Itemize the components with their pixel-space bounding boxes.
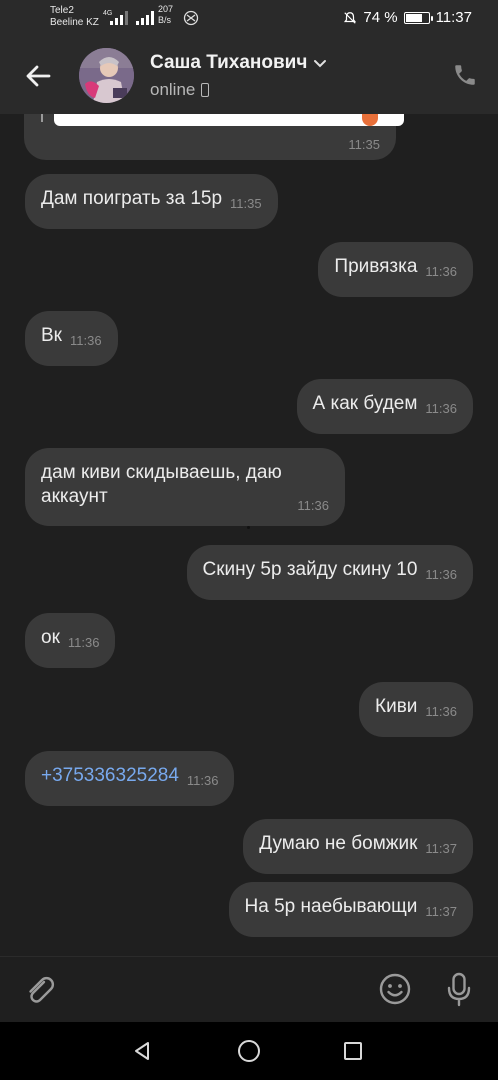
carrier-1: Tele2 [50,5,74,16]
message-incoming[interactable]: Дам поиграть за 15р 11:35 [25,174,278,229]
microphone-icon[interactable] [444,971,474,1007]
message-outgoing[interactable]: Привязка 11:36 [318,242,473,297]
message-text: Привязка [334,256,418,277]
carrier-2: Beeline KZ [50,17,99,28]
phone-number-link[interactable]: +375336325284 [41,765,179,786]
message-time: 11:36 [297,498,329,513]
message-time: 11:35 [230,196,262,211]
message-outgoing[interactable]: Скину 5р зайду скину 10 11:36 [186,545,473,600]
battery-icon [403,11,433,24]
status-bar: Tele2 Beeline KZ 4G 207 B/s 74 % 11:37 [0,0,498,38]
message-text: Киви [375,696,418,717]
chat-header: Саша Тиханович online [0,38,498,114]
nav-recents-icon[interactable] [343,1041,363,1061]
speed-unit: B/s [158,15,172,25]
message-text: дам киви скидываешь, даю аккаунт [41,462,282,507]
separator-dot [247,526,250,529]
message-partial[interactable]: 11:35 [24,114,404,160]
mute-bell-icon [344,11,357,24]
message-outgoing[interactable]: На 5р наебывающи 11:37 [228,882,473,937]
message-outgoing[interactable]: А как будем 11:36 [296,379,473,434]
avatar-image [79,48,134,103]
status-text: online [150,80,196,99]
message-incoming[interactable]: +375336325284 11:36 [25,751,235,806]
status-right: 74 % 11:37 [343,9,472,26]
message-incoming[interactable]: ок 11:36 [25,613,116,668]
message-time: 11:36 [67,635,100,650]
chevron-down-icon[interactable] [313,58,327,68]
nav-home-icon[interactable] [237,1039,261,1063]
attachment-preview [54,114,404,126]
network-speed: 207 B/s [158,4,173,26]
system-nav-bar [0,1022,498,1080]
message-text: А как будем [312,393,418,414]
message-time: 11:36 [425,264,457,279]
message-time: 11:36 [186,773,219,788]
contact-name[interactable]: Саша Тиханович [150,52,327,74]
message-text: ок [41,627,60,648]
message-time: 11:37 [425,841,457,856]
message-text: Вк [41,325,62,346]
paperclip-icon[interactable] [22,973,56,1007]
message-text: Дам поиграть за 15р [41,188,223,209]
message-text: На 5р наебывающи [244,896,418,917]
mobile-device-icon [201,83,210,97]
message-incoming[interactable]: Вк 11:36 [25,311,118,366]
composer-bar [0,956,498,1022]
message-time: 11:36 [70,333,102,348]
contact-status: online [150,80,210,100]
phone-icon[interactable] [452,62,478,88]
nav-back-icon[interactable] [131,1040,153,1062]
contact-name-text: Саша Тиханович [150,52,308,73]
smiley-icon[interactable] [378,972,412,1006]
battery-fill [405,13,422,22]
clock: 11:37 [435,9,472,26]
arrow-left-icon[interactable] [22,60,54,92]
message-outgoing[interactable]: Киви 11:36 [359,682,473,737]
nfc-icon [183,10,199,26]
battery-percent: 74 % [363,9,398,26]
message-incoming[interactable]: дам киви скидываешь, даю аккаунт 11:36 [25,448,345,526]
message-outgoing[interactable]: Думаю не бомжик 11:37 [243,819,473,874]
message-text: Думаю не бомжик [259,833,418,854]
signal-icon-2 [136,11,154,25]
message-text: Скину 5р зайду скину 10 [202,559,418,580]
message-time: 11:37 [425,904,457,919]
speed-value: 207 [158,4,174,14]
message-list[interactable]: 11:35 Дам поиграть за 15р 11:35 Привязка 1… [0,114,498,956]
carrier-labels: Tele2 Beeline KZ [50,5,99,29]
message-time: 11:35 [348,137,380,152]
signal-icon [110,11,128,25]
avatar[interactable] [79,48,134,103]
quote-bar [41,114,43,122]
message-time: 11:36 [425,704,457,719]
message-time: 11:36 [425,567,457,582]
message-time: 11:36 [425,401,457,416]
